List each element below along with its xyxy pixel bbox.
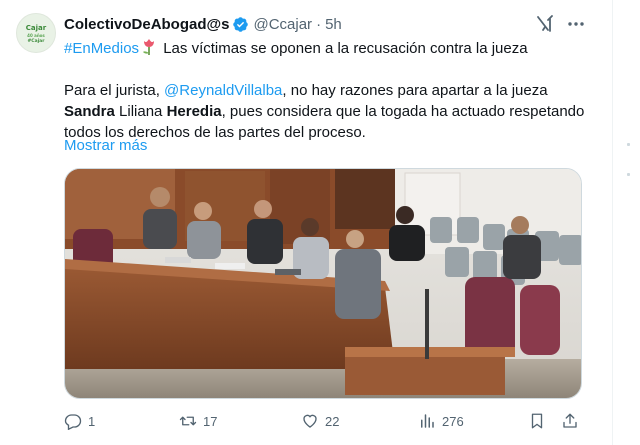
separator-dot: ·: [316, 15, 322, 33]
tweet-header: ColectivoDeAbogad@s @Ccajar · 5h: [64, 14, 342, 34]
retweet-icon: [179, 416, 197, 426]
avatar-logo-hashtag: #Cajar: [27, 39, 45, 44]
tulip-emoji-icon: [143, 39, 155, 55]
body-text-prefix: Para el jurista,: [64, 82, 165, 99]
tweet-body: Para el jurista, @ReynaldVillalba, no ha…: [64, 80, 594, 143]
avatar[interactable]: Cajar 40 años #Cajar: [16, 13, 56, 53]
tweet-media-photo[interactable]: [64, 168, 582, 399]
mention-link[interactable]: @ReynaldVillalba: [164, 82, 282, 99]
middle-name: Liliana: [114, 103, 167, 120]
courtroom-photo: [65, 169, 581, 398]
bold-first-name: Sandra: [64, 103, 115, 120]
show-more-link[interactable]: Mostrar más: [64, 136, 147, 156]
share-icon: [563, 413, 577, 428]
avatar-logo-text: Cajar: [25, 24, 47, 32]
retweet-button[interactable]: 17: [179, 410, 217, 432]
tweet[interactable]: Cajar 40 años #Cajar ColectivoDeAbogad@s…: [0, 0, 612, 445]
display-name[interactable]: ColectivoDeAbogad@s: [64, 16, 229, 33]
timestamp[interactable]: 5h: [325, 16, 342, 33]
rail-dot: [627, 173, 630, 176]
rail-dot: [627, 143, 630, 146]
tweet-headline: #EnMedios Las víctimas se oponen a la re…: [64, 38, 528, 59]
views-icon: [421, 414, 434, 428]
reply-count: 1: [88, 413, 96, 429]
hashtag-link[interactable]: #EnMedios: [64, 40, 139, 57]
views-count: 276: [442, 413, 464, 429]
like-count: 22: [325, 413, 340, 429]
like-button[interactable]: 22: [301, 410, 339, 432]
reply-button[interactable]: 1: [64, 410, 95, 432]
reply-icon: [64, 414, 82, 430]
retweet-count: 17: [203, 413, 218, 429]
grok-icon[interactable]: [535, 14, 555, 34]
tweet-actions: 1 17 22 276: [64, 410, 584, 432]
right-rail-divider: [612, 0, 640, 445]
like-icon: [303, 414, 317, 428]
bold-last-name: Heredia: [166, 103, 222, 120]
verified-badge-icon[interactable]: [232, 16, 249, 33]
bookmark-button[interactable]: [528, 410, 552, 432]
body-text-mid: , no hay razones para apartar a la jueza: [282, 82, 548, 99]
avatar-logo-subtext: 40 años: [27, 33, 45, 38]
share-button[interactable]: [561, 410, 585, 432]
bookmark-icon: [531, 413, 543, 429]
account-handle[interactable]: @Ccajar: [253, 16, 312, 33]
views-button[interactable]: 276: [418, 410, 464, 432]
more-icon[interactable]: [566, 14, 586, 34]
headline-text: Las víctimas se oponen a la recusación c…: [159, 40, 528, 57]
